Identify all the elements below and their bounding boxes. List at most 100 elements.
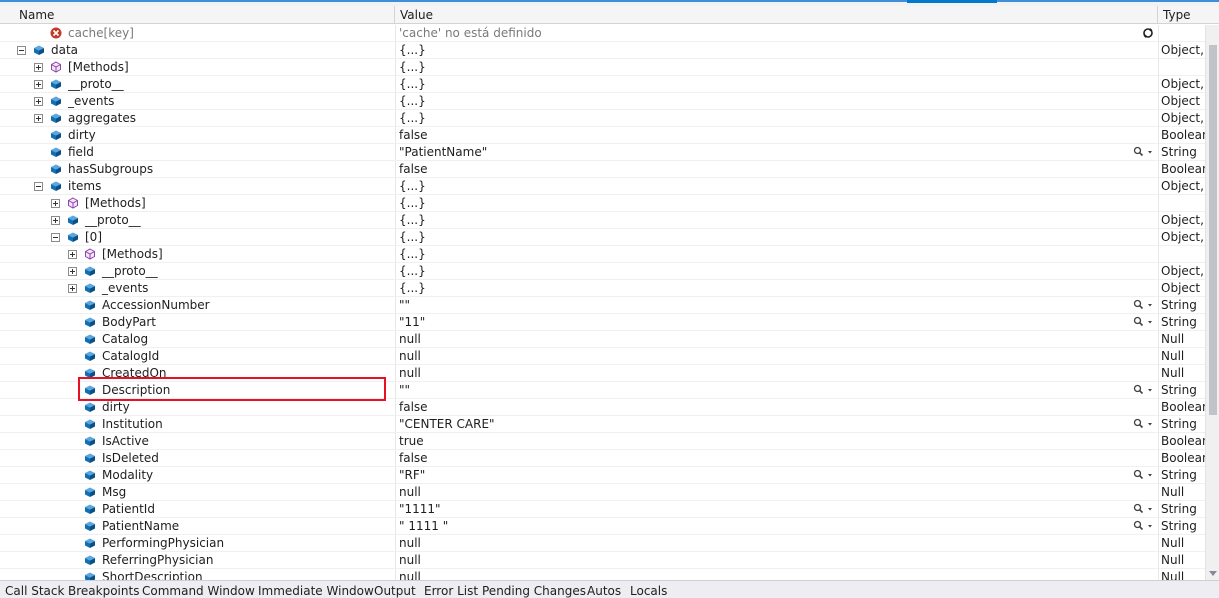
column-header-value[interactable]: Value [395, 6, 1158, 24]
watch-row[interactable]: AccessionNumber "" String [0, 297, 1205, 314]
watch-row[interactable]: __proto__ {...} Object, ( [0, 263, 1205, 280]
vertical-scrollbar[interactable] [1205, 25, 1219, 580]
bottom-tab[interactable]: Breakpoints [68, 584, 139, 598]
row-value[interactable]: null [399, 569, 421, 580]
watch-row[interactable]: _events {...} Object [0, 280, 1205, 297]
expand-plus-icon[interactable] [34, 80, 43, 89]
row-value[interactable]: {...} [399, 110, 426, 127]
row-value[interactable]: {...} [399, 195, 426, 212]
expand-plus-icon[interactable] [68, 250, 77, 259]
watch-row[interactable]: _events {...} Object [0, 93, 1205, 110]
row-value[interactable]: false [399, 450, 428, 467]
watch-row[interactable]: aggregates {...} Object, ( [0, 110, 1205, 127]
row-value[interactable]: "" [399, 382, 410, 399]
row-value[interactable]: {...} [399, 280, 426, 297]
watch-row[interactable]: items {...} Object, ( [0, 178, 1205, 195]
row-value[interactable]: {...} [399, 42, 426, 59]
column-header-name[interactable]: Name [14, 6, 395, 24]
row-value[interactable]: false [399, 399, 428, 416]
text-visualizer-magnifier-icon[interactable] [1133, 384, 1159, 396]
row-value[interactable]: {...} [399, 246, 426, 263]
text-visualizer-magnifier-icon[interactable] [1133, 418, 1159, 430]
watch-row[interactable]: IsDeleted false Boolean [0, 450, 1205, 467]
text-visualizer-magnifier-icon[interactable] [1133, 316, 1159, 328]
row-value[interactable]: null [399, 365, 421, 382]
watch-row[interactable]: field "PatientName" String [0, 144, 1205, 161]
watch-row[interactable]: data {...} Object, ( [0, 42, 1205, 59]
expand-plus-icon[interactable] [34, 63, 43, 72]
expand-plus-icon[interactable] [34, 114, 43, 123]
row-value[interactable]: {...} [399, 229, 426, 246]
row-value[interactable]: "RF" [399, 467, 425, 484]
bottom-tab[interactable]: Locals [630, 584, 667, 598]
watch-row[interactable]: __proto__ {...} Object, ( [0, 212, 1205, 229]
bottom-tab[interactable]: Error List [424, 584, 478, 598]
watch-row[interactable]: PatientName " 1111 " String [0, 518, 1205, 535]
watch-row[interactable]: [0] {...} Object, ( [0, 229, 1205, 246]
watch-row[interactable]: Modality "RF" String [0, 467, 1205, 484]
scroll-down-arrow-icon[interactable] [1209, 571, 1217, 576]
expand-plus-icon[interactable] [68, 267, 77, 276]
text-visualizer-magnifier-icon[interactable] [1133, 146, 1159, 158]
row-value[interactable]: null [399, 348, 421, 365]
watch-row[interactable]: [Methods] {...} [0, 195, 1205, 212]
collapse-minus-icon[interactable] [51, 233, 60, 242]
bottom-tab[interactable]: Command Window [142, 584, 255, 598]
expand-plus-icon[interactable] [51, 216, 60, 225]
bottom-tab[interactable]: Autos [587, 584, 621, 598]
bottom-tab[interactable]: Output [374, 584, 416, 598]
row-value[interactable]: "" [399, 297, 410, 314]
watch-row[interactable]: Msg null Null [0, 484, 1205, 501]
expand-plus-icon[interactable] [34, 97, 43, 106]
watch-row[interactable]: dirty false Boolean [0, 127, 1205, 144]
text-visualizer-magnifier-icon[interactable] [1133, 299, 1159, 311]
bottom-tab[interactable]: Pending Changes [482, 584, 586, 598]
expand-plus-icon[interactable] [51, 199, 60, 208]
row-value[interactable]: false [399, 127, 428, 144]
row-value[interactable]: {...} [399, 263, 426, 280]
row-value[interactable]: " 1111 " [399, 518, 448, 535]
row-value[interactable]: "PatientName" [399, 144, 487, 161]
watch-row[interactable]: PerformingPhysician null Null [0, 535, 1205, 552]
row-value[interactable]: {...} [399, 59, 426, 76]
watch-row[interactable]: [Methods] {...} [0, 59, 1205, 76]
row-value[interactable]: null [399, 535, 421, 552]
text-visualizer-magnifier-icon[interactable] [1133, 503, 1159, 515]
row-value[interactable]: {...} [399, 212, 426, 229]
collapse-minus-icon[interactable] [17, 46, 26, 55]
watch-row[interactable]: cache[key] 'cache' no está definido [0, 25, 1205, 42]
row-value[interactable]: null [399, 484, 421, 501]
watch-row[interactable]: PatientId "1111" String [0, 501, 1205, 518]
watch-row[interactable]: hasSubgroups false Boolean [0, 161, 1205, 178]
column-header-type[interactable]: Type [1158, 6, 1219, 24]
watch-row[interactable]: ShortDescription null Null [0, 569, 1205, 580]
bottom-tab[interactable]: Immediate Window [258, 584, 374, 598]
watch-row[interactable]: CatalogId null Null [0, 348, 1205, 365]
text-visualizer-magnifier-icon[interactable] [1133, 469, 1159, 481]
row-value[interactable]: null [399, 552, 421, 569]
watch-row[interactable]: BodyPart "11" String [0, 314, 1205, 331]
watch-row[interactable]: IsActive true Boolean [0, 433, 1205, 450]
refresh-icon[interactable] [1142, 27, 1154, 39]
collapse-minus-icon[interactable] [34, 182, 43, 191]
scrollbar-thumb[interactable] [1209, 45, 1217, 415]
watch-row[interactable]: dirty false Boolean [0, 399, 1205, 416]
text-visualizer-magnifier-icon[interactable] [1133, 520, 1159, 532]
row-value[interactable]: false [399, 161, 428, 178]
row-value[interactable]: {...} [399, 76, 426, 93]
row-value[interactable]: {...} [399, 178, 426, 195]
row-value[interactable]: {...} [399, 93, 426, 110]
row-value[interactable]: "CENTER CARE" [399, 416, 495, 433]
bottom-tab[interactable]: Call Stack [5, 584, 64, 598]
watch-row[interactable]: Institution "CENTER CARE" String [0, 416, 1205, 433]
row-value[interactable]: true [399, 433, 424, 450]
row-value[interactable]: "1111" [399, 501, 441, 518]
expand-plus-icon[interactable] [68, 284, 77, 293]
watch-row[interactable]: Catalog null Null [0, 331, 1205, 348]
watch-row[interactable]: __proto__ {...} Object, ( [0, 76, 1205, 93]
row-value[interactable]: 'cache' no está definido [399, 25, 542, 42]
row-value[interactable]: "11" [399, 314, 425, 331]
watch-row[interactable]: [Methods] {...} [0, 246, 1205, 263]
watch-row[interactable]: ReferringPhysician null Null [0, 552, 1205, 569]
row-value[interactable]: null [399, 331, 421, 348]
